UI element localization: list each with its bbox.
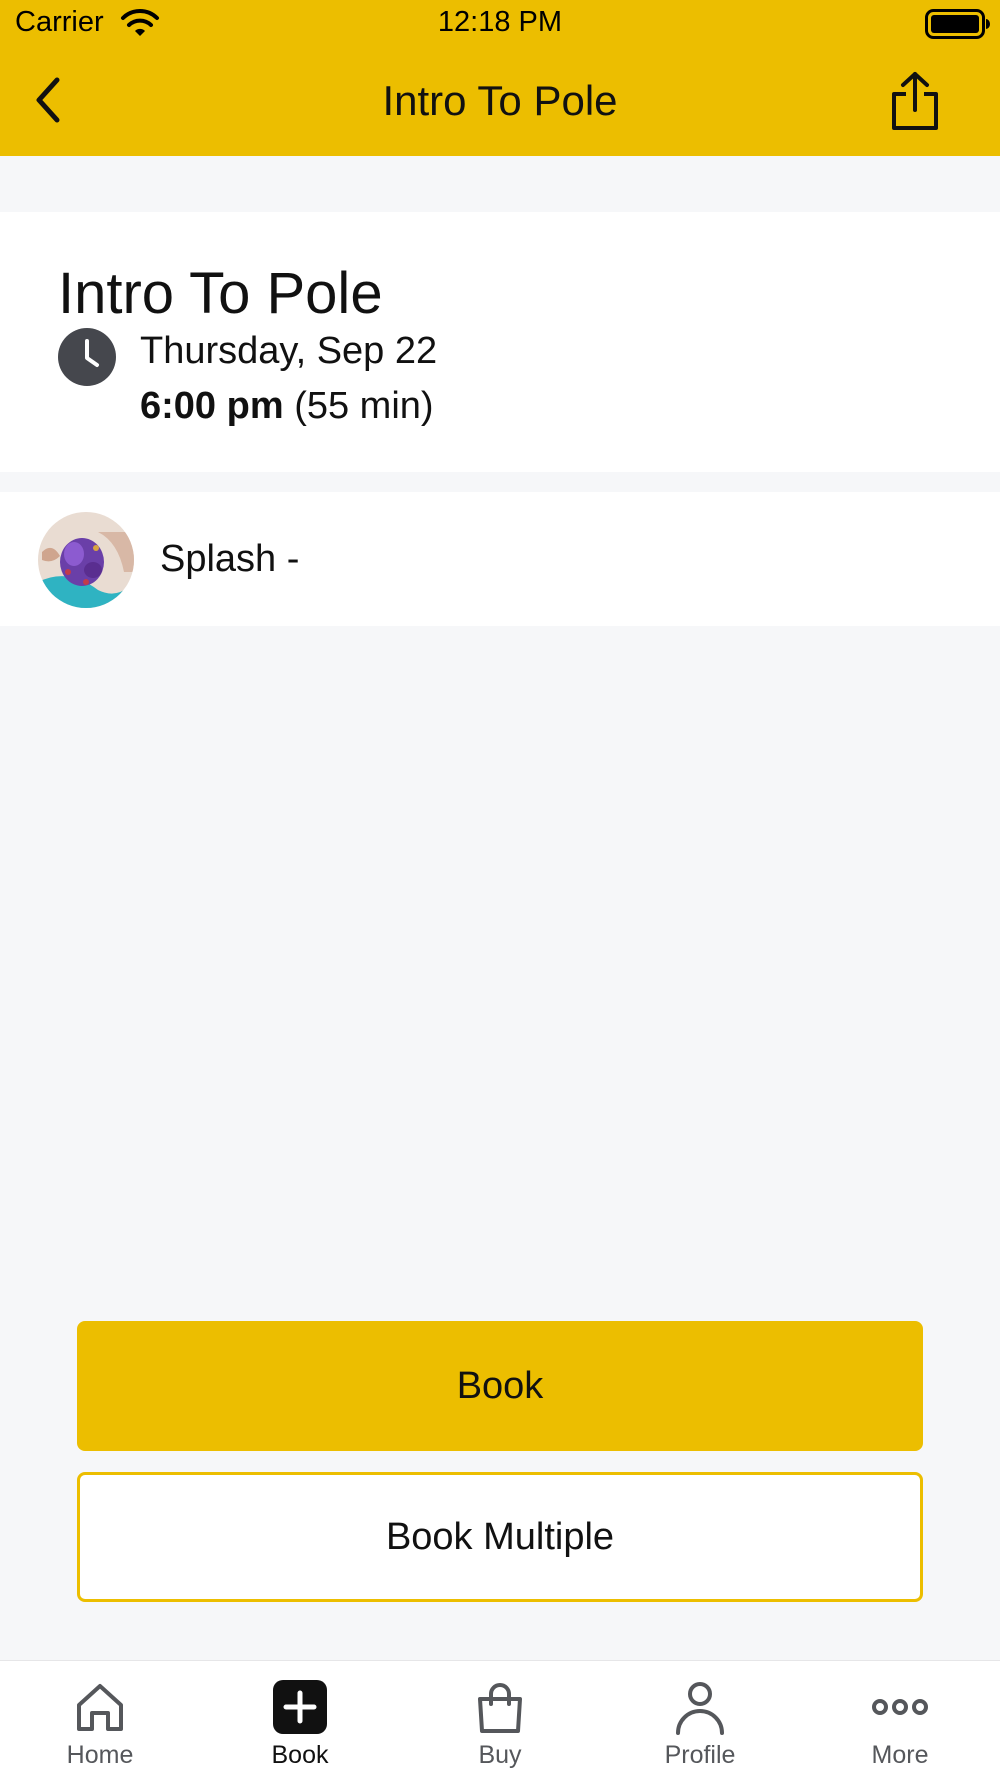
avatar-image [38,512,134,608]
instructor-row[interactable]: Splash - [0,492,1000,626]
class-time: 6:00 pm [140,385,284,427]
instructor-name: Splash - [160,538,300,580]
more-dots-icon [872,1699,928,1715]
person-icon [676,1682,724,1735]
class-duration: (55 min) [294,385,434,427]
tab-book[interactable]: Book [200,1661,400,1778]
class-date: Thursday, Sep 22 [140,330,438,372]
shopping-bag-icon [478,1683,522,1733]
tab-more[interactable]: More [800,1661,1000,1778]
share-icon [892,72,938,130]
page-title: Intro To Pole [382,77,618,124]
tab-profile[interactable]: Profile [600,1661,800,1778]
tab-home-label: Home [66,1741,134,1769]
tab-profile-label: Profile [664,1741,736,1769]
clock-icon [58,328,116,386]
instructor-avatar [38,512,134,608]
tab-book-label: Book [271,1741,329,1769]
class-title: Intro To Pole [58,261,383,326]
status-time: 12:18 PM [437,6,563,38]
class-time-row: 6:00 pm (55 min) [140,385,434,428]
top-bar: Carrier 12:18 PM Intro To Pole [0,0,1000,156]
tab-buy[interactable]: Buy [400,1661,600,1778]
book-multiple-button[interactable]: Book Multiple [77,1472,923,1602]
book-button[interactable]: Book [77,1321,923,1451]
class-info-card: Intro To Pole Thursday, Sep 22 6:00 pm (… [0,212,1000,472]
tab-more-label: More [871,1741,929,1769]
tab-home[interactable]: Home [0,1661,200,1778]
plus-square-icon [273,1680,327,1734]
share-button[interactable] [880,68,950,134]
tab-buy-label: Buy [478,1741,522,1769]
tab-bar: Home Book Buy Profile More [0,1660,1000,1778]
battery-icon [925,9,990,39]
home-icon [77,1684,123,1731]
